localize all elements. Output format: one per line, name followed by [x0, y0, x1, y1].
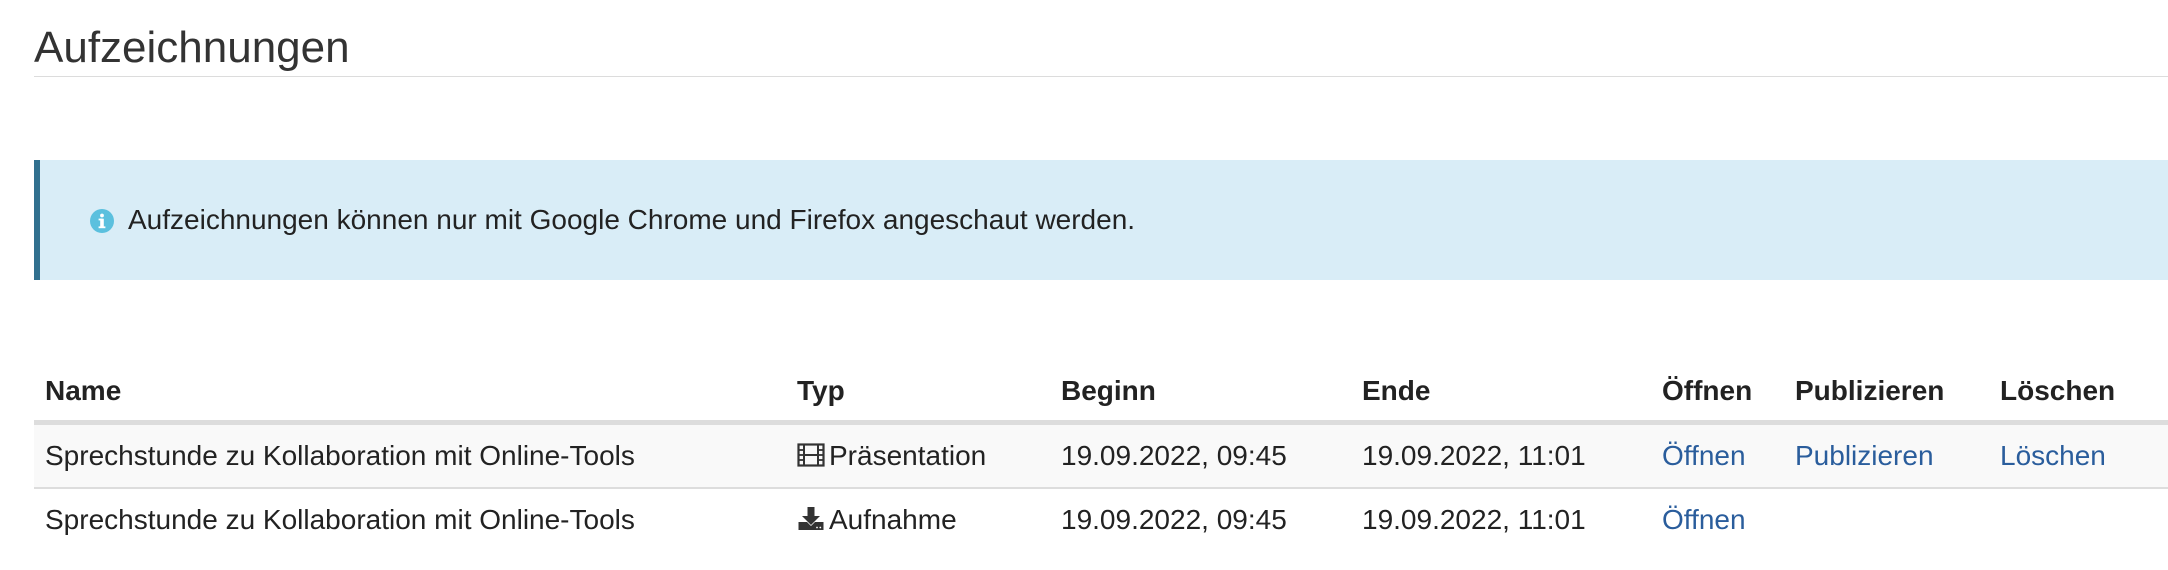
recording-type: Präsentation [786, 422, 1050, 489]
alert-message: Aufzeichnungen können nur mit Google Chr… [128, 204, 1136, 235]
recording-end: 19.09.2022, 11:01 [1362, 504, 1586, 535]
recording-type-label: Aufnahme [829, 504, 957, 535]
info-alert: Aufzeichnungen können nur mit Google Chr… [34, 160, 2168, 280]
film-icon [797, 442, 825, 468]
recording-name: Sprechstunde zu Kollaboration mit Online… [45, 504, 635, 535]
delete-link[interactable]: Löschen [2000, 440, 2106, 471]
table-row: Sprechstunde zu Kollaboration mit Online… [34, 422, 2168, 489]
column-header-begin: Beginn [1050, 362, 1351, 425]
column-header-name: Name [34, 362, 786, 425]
delete-cell: Löschen [1989, 422, 2168, 489]
table-header-row: Name Typ Beginn Ende Öffnen Publizieren … [34, 362, 2168, 425]
title-divider [34, 76, 2168, 77]
info-circle-icon [90, 209, 114, 233]
download-icon [797, 506, 825, 532]
open-cell: Öffnen [1651, 488, 1784, 551]
table-row: Sprechstunde zu Kollaboration mit Online… [34, 488, 2168, 551]
recording-begin: 19.09.2022, 09:45 [1050, 422, 1351, 489]
recording-type-label: Präsentation [829, 440, 987, 471]
column-header-type: Typ [786, 362, 1050, 425]
recordings-page: Aufzeichnungen Aufzeichnungen können nur… [0, 0, 2168, 570]
recording-end: 19.09.2022, 11:01 [1351, 422, 1651, 489]
recording-type: Aufnahme [786, 488, 1050, 551]
open-cell: Öffnen [1651, 422, 1784, 489]
publish-cell: Publizieren [1784, 422, 1989, 489]
publish-cell [1784, 488, 1989, 551]
column-header-publish: Publizieren [1784, 362, 1989, 425]
open-link[interactable]: Öffnen [1662, 504, 1746, 535]
publish-link[interactable]: Publizieren [1795, 440, 1934, 471]
page-title: Aufzeichnungen [34, 23, 350, 72]
open-link[interactable]: Öffnen [1662, 440, 1746, 471]
recording-name: Sprechstunde zu Kollaboration mit Online… [34, 422, 786, 489]
recording-begin: 19.09.2022, 09:45 [1061, 504, 1287, 535]
recordings-table: Name Typ Beginn Ende Öffnen Publizieren … [34, 362, 2168, 551]
column-header-end: Ende [1351, 362, 1651, 425]
delete-cell [1989, 488, 2168, 551]
column-header-open: Öffnen [1651, 362, 1784, 425]
column-header-delete: Löschen [1989, 362, 2168, 425]
